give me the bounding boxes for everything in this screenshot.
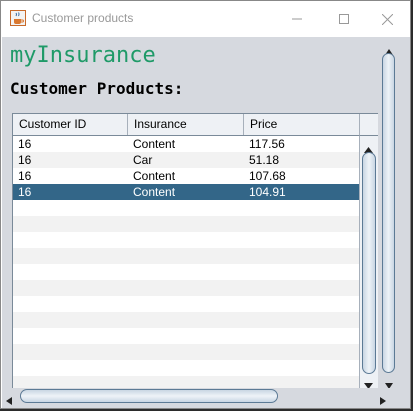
brand-title: myInsurance <box>10 43 156 68</box>
table-cell-price: 107.68 <box>249 169 286 183</box>
table-row-empty[interactable] <box>13 200 359 216</box>
table-header-corner <box>359 114 378 136</box>
scroll-left-arrow-icon[interactable] <box>6 392 12 410</box>
table-row-empty[interactable] <box>13 232 359 248</box>
table-cell-insurance: Car <box>133 153 153 167</box>
scroll-thumb[interactable] <box>362 152 376 374</box>
column-header-price[interactable]: Price <box>244 114 359 135</box>
java-coffee-icon <box>10 10 26 26</box>
table-cell-insurance: Content <box>133 169 176 183</box>
table-row-empty[interactable] <box>13 328 359 344</box>
table-cell-customer-id: 16 <box>18 185 32 199</box>
table-cell-customer-id: 16 <box>18 169 32 183</box>
maximize-icon <box>338 14 349 24</box>
column-header-customer-id[interactable]: Customer ID <box>13 114 128 135</box>
content-panel: myInsurance Customer Products: Customer … <box>2 37 410 408</box>
column-header-insurance[interactable]: Insurance <box>128 114 244 135</box>
table-vertical-scrollbar[interactable] <box>359 136 378 389</box>
table-row[interactable]: 16 Content 117.56 <box>13 136 359 152</box>
scroll-thumb[interactable] <box>20 389 278 403</box>
table-row[interactable]: 16 Car 51.18 <box>13 152 359 168</box>
table-row[interactable]: 16 Content 107.68 <box>13 168 359 184</box>
maximize-button[interactable] <box>321 1 366 37</box>
scroll-right-arrow-icon[interactable] <box>380 392 386 410</box>
page-subtitle: Customer Products: <box>10 79 184 98</box>
table-row-empty[interactable] <box>13 216 359 232</box>
panel-horizontal-scrollbar[interactable] <box>2 388 394 405</box>
scroll-corner <box>394 388 410 405</box>
table-row-empty[interactable] <box>13 280 359 296</box>
table-row-empty[interactable] <box>13 344 359 360</box>
table-header: Customer ID Insurance Price <box>13 114 359 136</box>
table-row[interactable]: 16 Content 104.91 <box>13 184 359 200</box>
close-icon <box>382 13 393 25</box>
minimize-icon <box>291 18 302 20</box>
table-cell-price: 117.56 <box>249 137 285 151</box>
customer-products-window: Customer products myInsurance Customer P… <box>0 0 411 409</box>
table-row-empty[interactable] <box>13 264 359 280</box>
close-button[interactable] <box>365 1 410 37</box>
table-body: 16 Content 117.56 16 Car 51.18 16 Content 107.68… <box>13 136 359 388</box>
table-row-empty[interactable] <box>13 376 359 388</box>
table-cell-price: 104.91 <box>249 185 286 199</box>
table-cell-customer-id: 16 <box>18 153 32 167</box>
title-bar[interactable]: Customer products <box>1 1 410 37</box>
table-cell-insurance: Content <box>133 185 176 199</box>
table-row-empty[interactable] <box>13 248 359 264</box>
panel-vertical-scrollbar[interactable] <box>380 37 398 389</box>
table-row-empty[interactable] <box>13 312 359 328</box>
table-row-empty[interactable] <box>13 360 359 376</box>
table-row-empty[interactable] <box>13 296 359 312</box>
table-cell-insurance: Content <box>133 137 176 151</box>
table-cell-customer-id: 16 <box>18 137 32 151</box>
table-cell-price: 51.18 <box>249 153 280 167</box>
window-title: Customer products <box>32 11 134 25</box>
minimize-button[interactable] <box>274 1 319 37</box>
products-table: Customer ID Insurance Price 16 Content 117… <box>12 113 378 403</box>
scroll-thumb[interactable] <box>382 53 395 373</box>
